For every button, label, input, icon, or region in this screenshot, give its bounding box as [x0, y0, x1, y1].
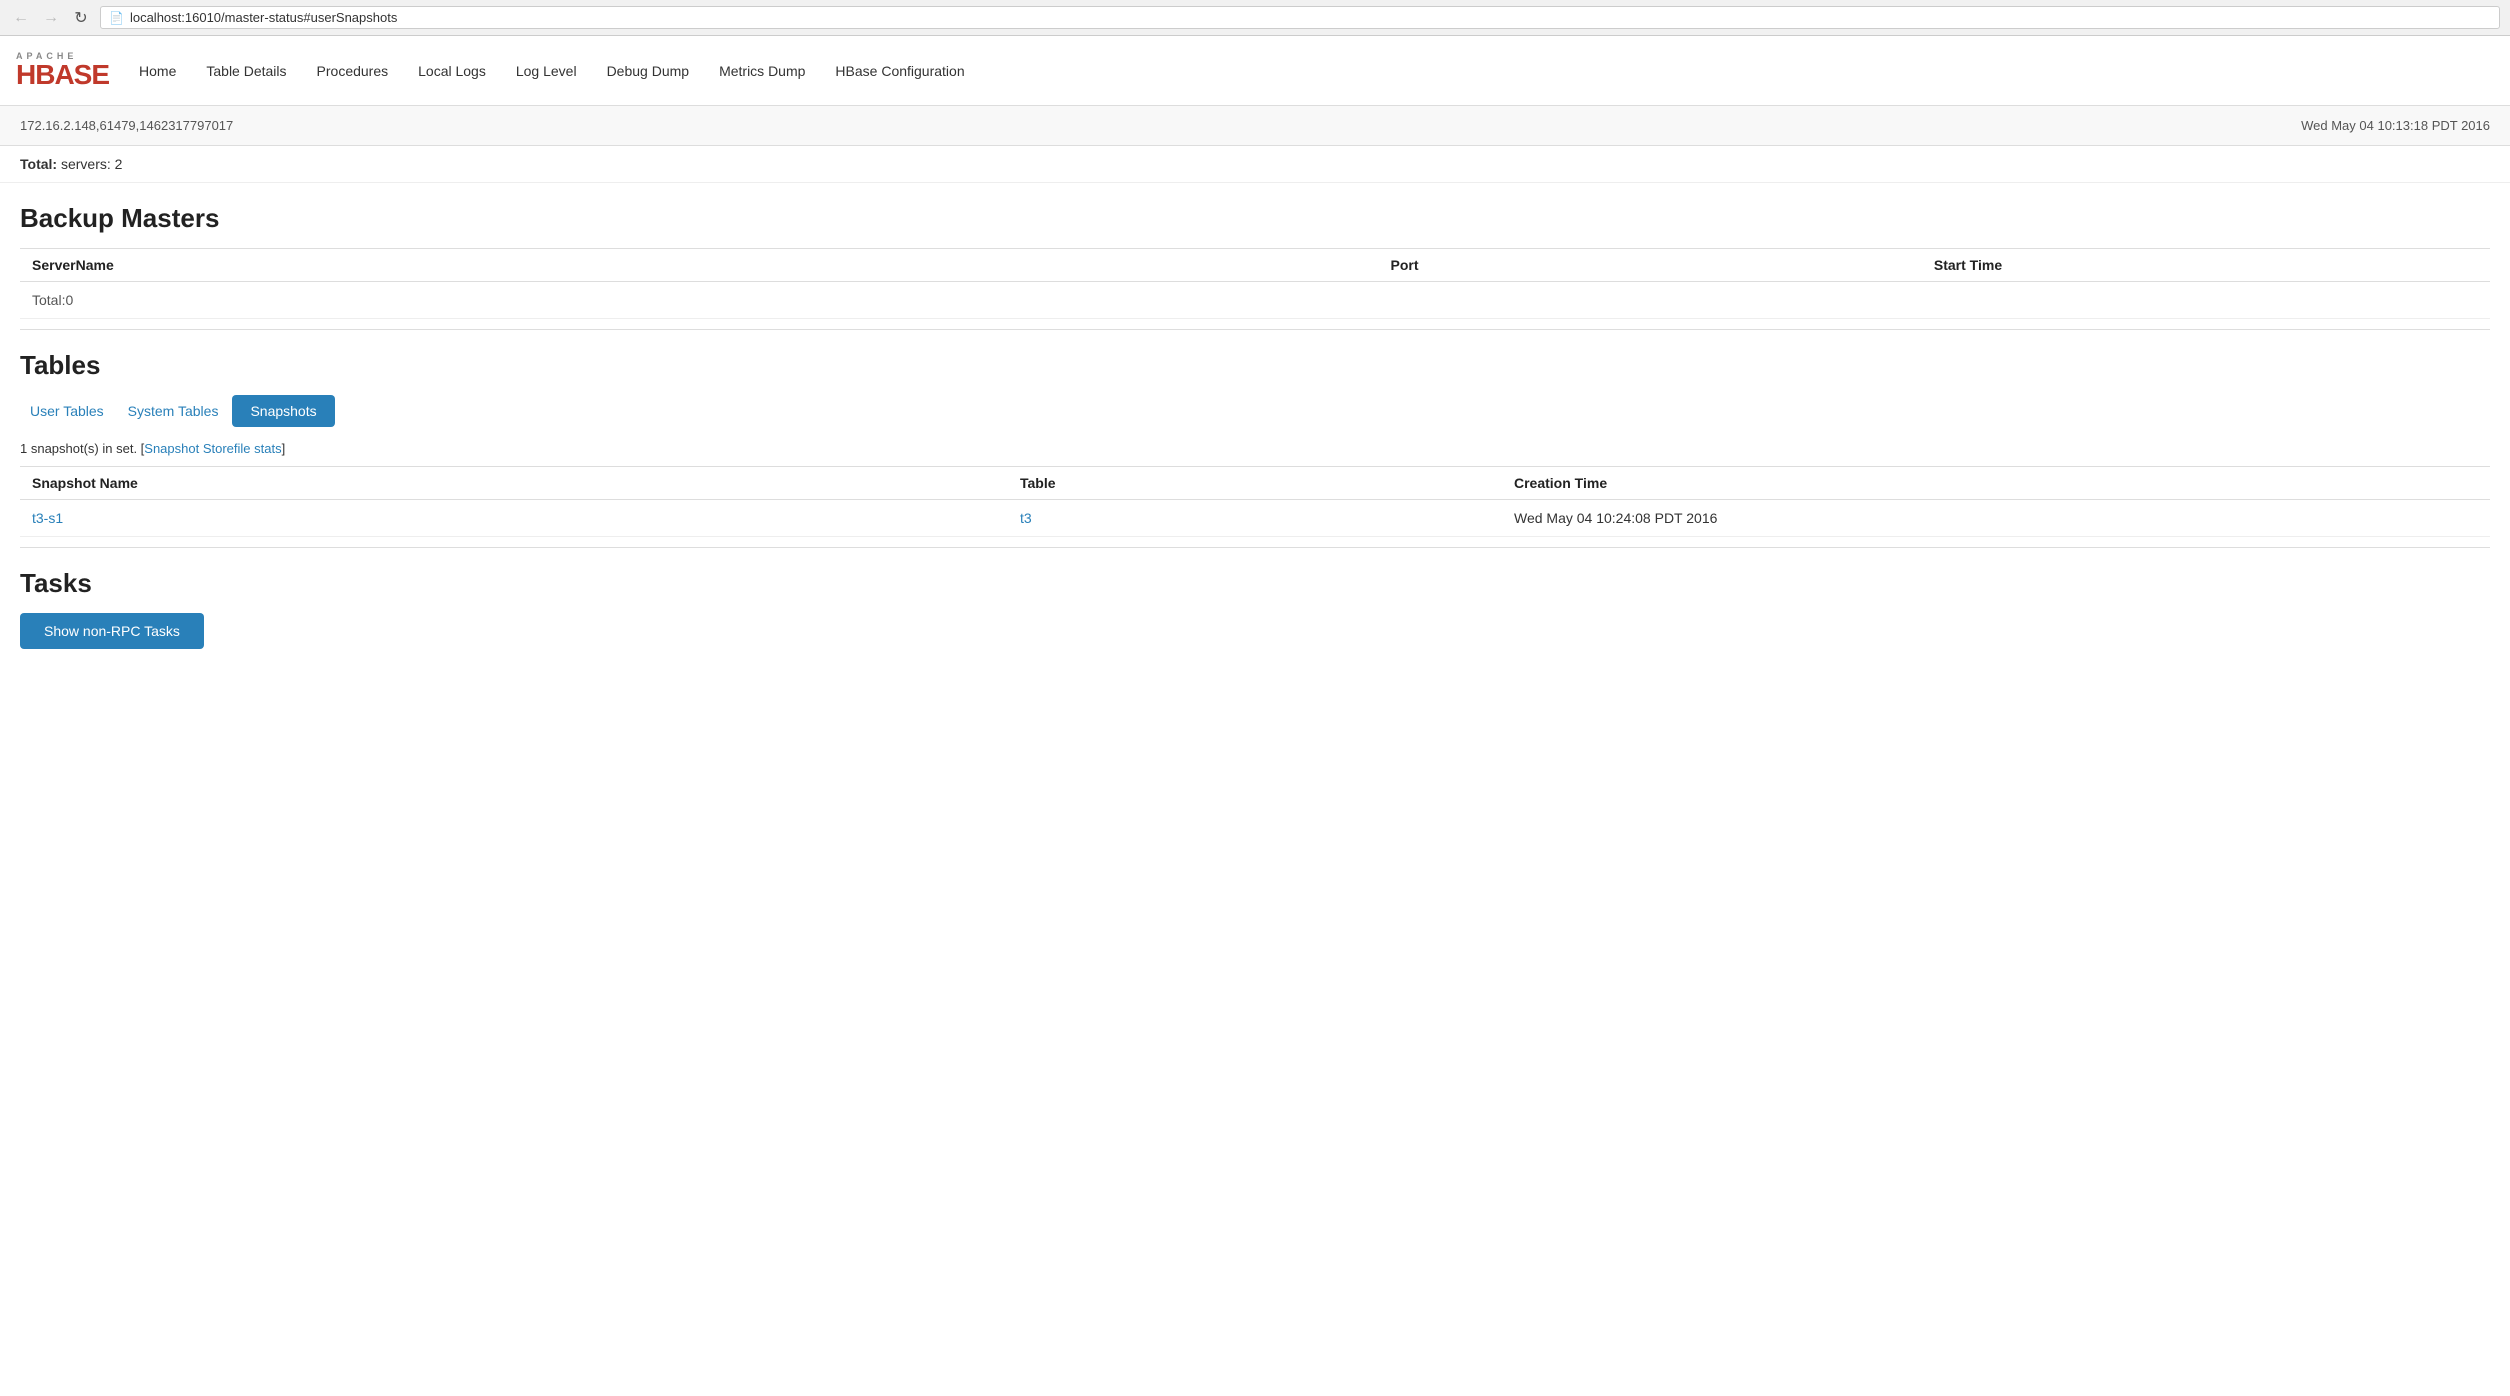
table-row: t3-s1 t3 Wed May 04 10:24:08 PDT 2016 — [20, 500, 2490, 537]
col-snapshot-name: Snapshot Name — [20, 467, 1008, 500]
address-bar: 📄 localhost:16010/master-status#userSnap… — [100, 6, 2500, 29]
forward-button[interactable]: → — [40, 7, 62, 29]
nav-link-metrics-dump[interactable]: Metrics Dump — [719, 63, 805, 79]
snapshot-name-link[interactable]: t3-s1 — [32, 510, 63, 526]
nav-link-table-details[interactable]: Table Details — [206, 63, 286, 79]
page-icon: 📄 — [109, 11, 124, 25]
main-content: 172.16.2.148,61479,1462317797017 Wed May… — [0, 106, 2510, 669]
nav-link-hbase-configuration[interactable]: HBase Configuration — [835, 63, 964, 79]
tasks-title: Tasks — [20, 568, 2490, 599]
tab-system-tables[interactable]: System Tables — [118, 397, 229, 425]
backup-masters-total-row: Total:0 — [20, 282, 2490, 319]
backup-masters-section: Backup Masters ServerName Port Start Tim… — [0, 183, 2510, 329]
nav-link-procedures[interactable]: Procedures — [317, 63, 389, 79]
snapshot-count-text: 1 snapshot(s) in set. [ — [20, 441, 144, 456]
total-line: Total: servers: 2 — [0, 146, 2510, 183]
col-snapshot-table: Table — [1008, 467, 1502, 500]
browser-chrome: ← → ↻ 📄 localhost:16010/master-status#us… — [0, 0, 2510, 36]
col-start-time: Start Time — [1922, 249, 2490, 282]
snapshots-table: Snapshot Name Table Creation Time t3-s1t… — [20, 466, 2490, 537]
backup-masters-total: Total:0 — [20, 282, 2490, 319]
address-text[interactable]: localhost:16010/master-status#userSnapsh… — [130, 10, 397, 25]
tables-section: Tables User Tables System Tables Snapsho… — [0, 330, 2510, 547]
nav-links: Home Table Details Procedures Local Logs Log… — [139, 63, 965, 79]
tables-tab-container: User Tables System Tables Snapshots — [20, 395, 2490, 427]
snapshot-table-link[interactable]: t3 — [1020, 510, 1032, 526]
back-button[interactable]: ← — [10, 7, 32, 29]
nav-link-log-level[interactable]: Log Level — [516, 63, 577, 79]
total-label: Total: — [20, 156, 57, 172]
nav-link-local-logs[interactable]: Local Logs — [418, 63, 486, 79]
snapshot-info: 1 snapshot(s) in set. [Snapshot Storefil… — [20, 441, 2490, 456]
tables-title: Tables — [20, 350, 2490, 381]
tab-snapshots[interactable]: Snapshots — [232, 395, 334, 427]
snapshot-creation-time: Wed May 04 10:24:08 PDT 2016 — [1502, 500, 2490, 537]
nav-link-debug-dump[interactable]: Debug Dump — [607, 63, 690, 79]
timestamp: Wed May 04 10:13:18 PDT 2016 — [2301, 118, 2490, 133]
total-value: servers: 2 — [61, 156, 122, 172]
hbase-nav: APACHE HBASE Home Table Details Procedures… — [0, 36, 2510, 106]
nav-link-home[interactable]: Home — [139, 63, 176, 79]
info-bar: 172.16.2.148,61479,1462317797017 Wed May… — [0, 106, 2510, 146]
snapshot-count-suffix: ] — [282, 441, 286, 456]
logo-hbase-text: HBASE — [16, 61, 109, 89]
hbase-logo: APACHE HBASE — [16, 52, 109, 89]
snapshot-storefile-stats-link[interactable]: Snapshot Storefile stats — [144, 441, 281, 456]
snapshots-header-row: Snapshot Name Table Creation Time — [20, 467, 2490, 500]
show-non-rpc-button[interactable]: Show non-RPC Tasks — [20, 613, 204, 649]
server-id: 172.16.2.148,61479,1462317797017 — [20, 118, 233, 133]
tasks-section: Tasks Show non-RPC Tasks — [0, 548, 2510, 669]
backup-masters-header-row: ServerName Port Start Time — [20, 249, 2490, 282]
backup-masters-title: Backup Masters — [20, 203, 2490, 234]
backup-masters-table: ServerName Port Start Time Total:0 — [20, 248, 2490, 319]
col-snapshot-creation: Creation Time — [1502, 467, 2490, 500]
tab-user-tables[interactable]: User Tables — [20, 397, 114, 425]
col-port: Port — [1379, 249, 1922, 282]
refresh-button[interactable]: ↻ — [70, 7, 92, 29]
col-servername: ServerName — [20, 249, 1379, 282]
